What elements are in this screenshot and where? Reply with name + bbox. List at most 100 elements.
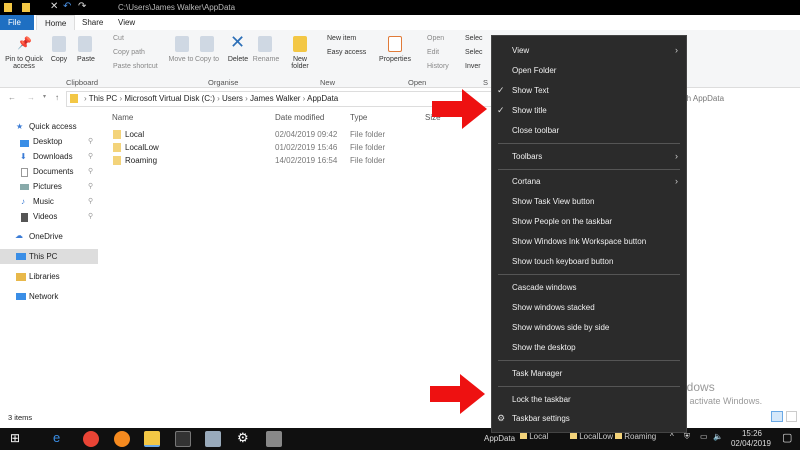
invert-selection-button[interactable]: Inver <box>465 63 481 70</box>
paste-shortcut-button[interactable]: Paste shortcut <box>113 63 158 70</box>
network-icon[interactable]: ▭ <box>700 432 708 441</box>
rename-button[interactable]: Rename <box>252 56 280 63</box>
nav-desktop[interactable]: Desktop <box>33 137 62 146</box>
menu-item-cortana[interactable]: Cortana <box>512 177 540 186</box>
nav-videos[interactable]: Videos <box>33 212 57 221</box>
copy-button[interactable]: Copy <box>48 56 70 63</box>
show-hidden-icons-icon[interactable]: ^ <box>670 432 674 441</box>
column-type[interactable]: Type <box>350 113 367 122</box>
toolbar-item-locallow[interactable]: LocalLow <box>570 432 613 441</box>
menu-item-show-people[interactable]: Show People on the taskbar <box>512 217 612 226</box>
menu-item-cascade-windows[interactable]: Cascade windows <box>512 283 576 292</box>
move-to-button[interactable]: Move to <box>168 56 194 63</box>
tab-share[interactable]: Share <box>74 15 111 30</box>
crumb-disk[interactable]: Microsoft Virtual Disk (C:) <box>124 94 215 103</box>
pin-icon[interactable]: ⚲ <box>88 212 93 220</box>
tab-view[interactable]: View <box>110 15 143 30</box>
nav-quick-access[interactable]: Quick access <box>29 122 77 131</box>
easy-access-button[interactable]: Easy access <box>327 49 366 56</box>
pin-to-quick-access-button[interactable]: Pin to Quick access <box>2 56 46 70</box>
store-icon[interactable] <box>266 431 282 447</box>
pin-icon[interactable]: ⚲ <box>88 167 93 175</box>
nav-documents[interactable]: Documents <box>33 167 73 176</box>
copy-to-button[interactable]: Copy to <box>194 56 220 63</box>
volume-icon[interactable]: 🔈 <box>713 432 723 441</box>
delete-button[interactable]: Delete <box>224 56 252 63</box>
security-icon[interactable]: ⛨ <box>684 432 690 442</box>
history-button[interactable]: History <box>427 63 449 70</box>
recent-chevron-icon[interactable]: ▾ <box>43 93 46 100</box>
undo-icon[interactable]: ↶ <box>63 1 71 12</box>
menu-item-task-manager[interactable]: Task Manager <box>512 369 562 378</box>
menu-item-show-desktop[interactable]: Show the desktop <box>512 343 576 352</box>
edit-button[interactable]: Edit <box>427 49 439 56</box>
details-view-button[interactable] <box>771 411 783 422</box>
menu-item-show-title[interactable]: Show title <box>512 106 547 115</box>
menu-separator <box>498 169 680 170</box>
large-icons-view-button[interactable] <box>786 411 797 422</box>
pin-icon[interactable]: ⚲ <box>88 197 93 205</box>
menu-item-view[interactable]: View <box>512 46 529 55</box>
crumb-james-walker[interactable]: James Walker <box>250 94 300 103</box>
column-date-modified[interactable]: Date modified <box>275 113 324 122</box>
new-item-button[interactable]: New item <box>327 35 356 42</box>
tab-home[interactable]: Home <box>36 15 76 30</box>
menu-item-show-touch-keyboard[interactable]: Show touch keyboard button <box>512 257 613 266</box>
start-icon[interactable]: ⊞ <box>10 431 20 445</box>
column-name[interactable]: Name <box>112 113 133 122</box>
chevron-right-icon: › <box>675 151 678 161</box>
nav-downloads[interactable]: Downloads <box>33 152 73 161</box>
close-icon[interactable]: ✕ <box>50 1 58 12</box>
nav-network[interactable]: Network <box>29 292 58 301</box>
crumb-users[interactable]: Users <box>222 94 243 103</box>
pin-icon[interactable]: ⚲ <box>88 137 93 145</box>
menu-item-windows-side-by-side[interactable]: Show windows side by side <box>512 323 609 332</box>
up-icon[interactable]: ↑ <box>55 93 59 102</box>
nav-pictures[interactable]: Pictures <box>33 182 62 191</box>
cut-button[interactable]: Cut <box>113 35 124 42</box>
notifications-icon[interactable]: ▢ <box>782 431 792 444</box>
tab-file[interactable]: File <box>0 15 34 30</box>
menu-item-lock-taskbar[interactable]: Lock the taskbar <box>512 395 571 404</box>
firefox-icon[interactable] <box>114 431 130 447</box>
nav-this-pc[interactable]: This PC <box>29 252 57 261</box>
menu-item-show-task-view[interactable]: Show Task View button <box>512 197 594 206</box>
menu-item-show-text[interactable]: Show Text <box>512 86 549 95</box>
back-icon[interactable]: ← <box>8 93 16 102</box>
new-folder-icon[interactable] <box>22 3 30 12</box>
clock-time[interactable]: 15:26 <box>732 429 772 438</box>
pin-icon[interactable]: ⚲ <box>88 152 93 160</box>
menu-item-windows-stacked[interactable]: Show windows stacked <box>512 303 595 312</box>
toolbar-label[interactable]: AppData <box>484 434 515 443</box>
menu-item-show-ink-workspace[interactable]: Show Windows Ink Workspace button <box>512 237 646 246</box>
select-all-button[interactable]: Selec <box>465 35 483 42</box>
open-button[interactable]: Open <box>427 35 444 42</box>
chrome-icon[interactable] <box>83 431 99 447</box>
menu-item-open-folder[interactable]: Open Folder <box>512 66 556 75</box>
crumb-this-pc[interactable]: This PC <box>89 94 117 103</box>
select-none-button[interactable]: Selec <box>465 49 483 56</box>
file-explorer-icon[interactable] <box>144 431 160 447</box>
nav-music[interactable]: Music <box>33 197 54 206</box>
menu-item-taskbar-settings[interactable]: Taskbar settings <box>512 414 570 423</box>
app-icon[interactable] <box>205 431 221 447</box>
nav-onedrive[interactable]: OneDrive <box>29 232 63 241</box>
terminal-icon[interactable] <box>175 431 191 447</box>
forward-icon[interactable]: → <box>27 93 35 102</box>
folder-icon <box>113 143 121 152</box>
clock-date[interactable]: 02/04/2019 <box>726 439 776 448</box>
settings-icon[interactable]: ⚙ <box>237 430 249 446</box>
edge-icon[interactable]: e <box>53 430 60 445</box>
paste-button[interactable]: Paste <box>74 56 98 63</box>
menu-item-toolbars[interactable]: Toolbars <box>512 152 542 161</box>
properties-button[interactable]: Properties <box>377 56 413 63</box>
copy-path-button[interactable]: Copy path <box>113 49 145 56</box>
toolbar-item-roaming[interactable]: Roaming <box>615 432 656 441</box>
crumb-appdata[interactable]: AppData <box>307 94 338 103</box>
redo-icon[interactable]: ↷ <box>78 1 86 12</box>
toolbar-item-local[interactable]: Local <box>520 432 548 441</box>
pin-icon[interactable]: ⚲ <box>88 182 93 190</box>
nav-libraries[interactable]: Libraries <box>29 272 60 281</box>
menu-item-close-toolbar[interactable]: Close toolbar <box>512 126 559 135</box>
new-folder-button[interactable]: New folder <box>286 56 314 70</box>
